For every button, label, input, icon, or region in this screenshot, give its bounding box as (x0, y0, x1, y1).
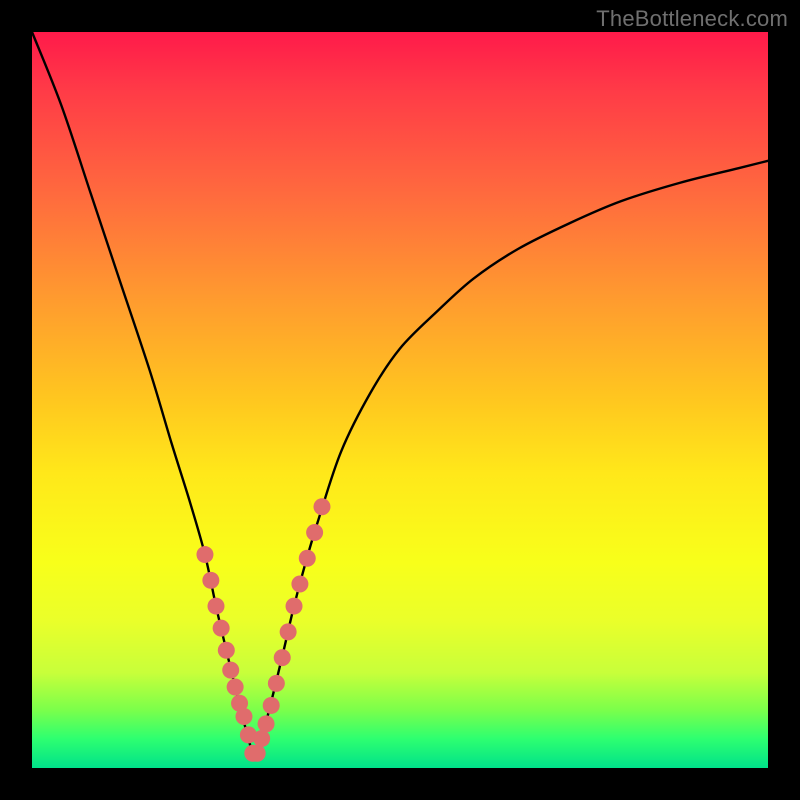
highlight-dot (235, 708, 252, 725)
highlight-dot (249, 745, 266, 762)
highlight-dot (291, 576, 308, 593)
highlight-dot (258, 715, 275, 732)
bottleneck-curve (32, 32, 768, 755)
plot-area (32, 32, 768, 768)
highlight-dot (280, 623, 297, 640)
watermark-text: TheBottleneck.com (596, 6, 788, 32)
highlight-dot (208, 598, 225, 615)
highlight-dot (306, 524, 323, 541)
highlight-dot (196, 546, 213, 563)
highlight-dot (268, 675, 285, 692)
highlight-dot (202, 572, 219, 589)
highlight-dot (286, 598, 303, 615)
highlight-dot (227, 679, 244, 696)
highlight-dot (218, 642, 235, 659)
outer-frame: TheBottleneck.com (0, 0, 800, 800)
chart-svg (32, 32, 768, 768)
highlight-dot (222, 662, 239, 679)
highlight-dot (253, 730, 270, 747)
highlight-dot (263, 697, 280, 714)
highlight-dot (299, 550, 316, 567)
highlight-dot (313, 498, 330, 515)
highlight-dot (274, 649, 291, 666)
highlight-dots-group (196, 498, 330, 762)
highlight-dot (213, 620, 230, 637)
